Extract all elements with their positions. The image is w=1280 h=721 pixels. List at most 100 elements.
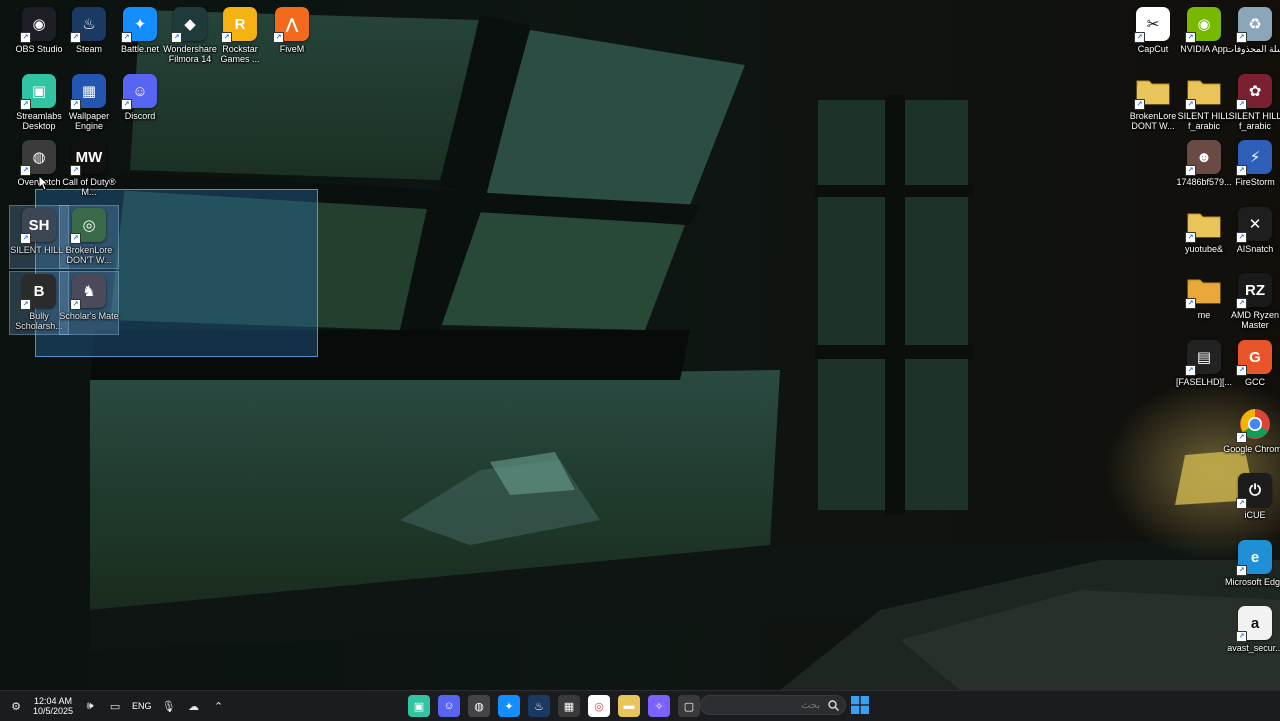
shortcut-arrow-icon: ↗ — [121, 32, 132, 43]
shortcut-arrow-icon: ↗ — [20, 233, 31, 244]
taskbar-app-overwatch[interactable]: ◍ — [468, 695, 490, 717]
chevron-up-icon[interactable]: ⌃ — [211, 698, 227, 714]
shortcut-arrow-icon: ↗ — [273, 32, 284, 43]
mouse-cursor-icon — [39, 176, 49, 190]
shortcut-arrow-icon: ↗ — [70, 233, 81, 244]
taskbar-app-file-explorer[interactable]: ▬ — [618, 695, 640, 717]
language-indicator[interactable]: ENG — [132, 701, 152, 711]
desktop-icon-label: Google Chrome — [1223, 444, 1280, 454]
desktop-icon-gcc[interactable]: G ↗ GCC — [1225, 338, 1280, 402]
desktop-icon-firestorm[interactable]: ⚡ ↗ FireStorm — [1225, 138, 1280, 202]
shortcut-arrow-icon: ↗ — [1185, 232, 1196, 243]
search-icon — [828, 699, 839, 711]
desktop-icon-rockstar-games[interactable]: R ↗ Rockstar Games ... — [210, 5, 270, 69]
taskbar: ⚙ 12:04 AM 10/5/2025 🕪 ▭ ENG 🎙 ☁ ⌃ ▣ ☺ ◍ ✦ ♨… — [0, 690, 1280, 721]
desktop-icon-label: avast_secur... — [1227, 643, 1280, 653]
shortcut-arrow-icon: ↗ — [70, 99, 81, 110]
obs-icon: ◉ ↗ — [20, 7, 56, 43]
gcc-icon-glyph: G — [1249, 348, 1261, 366]
desktop-icon-microsoft-edge[interactable]: e ↗ Microsoft Edge — [1225, 538, 1280, 602]
microphone-icon[interactable]: 🎙 — [161, 698, 177, 714]
desktop-icon-label: FireStorm — [1235, 177, 1275, 187]
shortcut-arrow-icon: ↗ — [70, 165, 81, 176]
streamlabs-icon-glyph: ▣ — [31, 83, 47, 100]
gcc-icon: G ↗ — [1236, 340, 1272, 376]
fivem-icon: ⋀ ↗ — [273, 7, 309, 43]
desktop-icon-scholars-mate[interactable]: ♞ ↗ Scholar's Mate — [59, 271, 119, 335]
settings-icon[interactable]: ⚙ — [8, 698, 24, 714]
desktop-icon-label: GCC — [1245, 377, 1265, 387]
scholars-mate-icon-glyph: ♞ — [82, 283, 96, 300]
desktop-icon-google-chrome[interactable]: ↗Google Chrome — [1223, 405, 1280, 469]
avast-icon-glyph: a — [1250, 614, 1260, 632]
obs-icon-glyph: ◉ — [32, 16, 46, 33]
call-of-duty-icon: MW ↗ — [70, 140, 106, 176]
amd-ryzen-icon-glyph: RZ — [1245, 281, 1265, 299]
taskbar-app-battle-net[interactable]: ✦ — [498, 695, 520, 717]
taskbar-app-task-view[interactable]: ▢ — [678, 695, 700, 717]
image-file-icon-glyph: ☻ — [1196, 148, 1212, 166]
fivem-icon-glyph: ⋀ — [285, 16, 299, 33]
taskbar-app-google-chrome[interactable]: ◎ — [588, 695, 610, 717]
desktop-icon-recycle-bin[interactable]: ♻ ↗ سلة المحذوفات — [1225, 5, 1280, 69]
desktop-icon-call-of-duty[interactable]: MW ↗ Call of Duty® M... — [59, 138, 119, 202]
edge-icon-glyph: e — [1250, 548, 1260, 566]
folder-icon: ▬ — [623, 700, 635, 712]
desktop-icon-label: Microsoft Edge — [1224, 577, 1280, 587]
taskbar-app-copilot[interactable]: ✧ — [648, 695, 670, 717]
taskbar-app-microsoft-store[interactable]: ▦ — [558, 695, 580, 717]
shortcut-arrow-icon: ↗ — [1185, 32, 1196, 43]
firestorm-icon: ⚡ ↗ — [1236, 140, 1272, 176]
shortcut-arrow-icon: ↗ — [1185, 298, 1196, 309]
firestorm-icon-glyph: ⚡ — [1249, 149, 1261, 166]
shortcut-arrow-icon: ↗ — [1236, 365, 1247, 376]
shortcut-arrow-icon: ↗ — [1185, 365, 1196, 376]
task-view-icon: ▢ — [683, 700, 695, 713]
aisnatch-icon-glyph: ✕ — [1248, 216, 1262, 233]
taskbar-app-discord[interactable]: ☺ — [438, 695, 460, 717]
call-of-duty-icon-glyph: MW — [75, 148, 103, 166]
store-icon: ▦ — [563, 700, 575, 713]
shortcut-arrow-icon: ↗ — [20, 99, 31, 110]
desktop-icon-label: BrokenLore DON'T W... — [65, 245, 113, 265]
folder-icon: ↗ — [1185, 74, 1221, 110]
shortcut-arrow-icon: ↗ — [1185, 99, 1196, 110]
shortcut-arrow-icon: ↗ — [171, 32, 182, 43]
desktop-icon-brokenlore[interactable]: ◎ ↗ BrokenLore DON'T W... — [59, 205, 119, 269]
taskbar-app-steam[interactable]: ♨ — [528, 695, 550, 717]
overwatch-icon-glyph: ◍ — [32, 149, 46, 166]
clock[interactable]: 12:04 AM 10/5/2025 — [33, 696, 73, 716]
search-input[interactable] — [708, 698, 822, 712]
overwatch-icon: ◍ ↗ — [20, 140, 56, 176]
desktop-icon-amd-ryzen-master[interactable]: RZ ↗ AMD Ryzen Master — [1225, 271, 1280, 335]
streamlabs-icon: ▣ ↗ — [20, 74, 56, 110]
icue-icon-glyph: ⏻ — [1249, 481, 1261, 499]
shortcut-arrow-icon: ↗ — [1236, 232, 1247, 243]
scholars-mate-icon: ♞ ↗ — [70, 274, 106, 310]
search-box[interactable] — [700, 695, 846, 715]
desktop-icon-fivem[interactable]: ⋀ ↗ FiveM — [262, 5, 322, 69]
desktop-icon-icue[interactable]: ⏻ ↗ iCUE — [1225, 471, 1280, 535]
icue-icon: ⏻ ↗ — [1236, 473, 1272, 509]
desktop-icon-label: سلة المحذوفات — [1225, 44, 1280, 54]
desktop-icon-aisnatch[interactable]: ✕ ↗ AISnatch — [1225, 205, 1280, 269]
video-file-icon-glyph: ▤ — [1196, 349, 1212, 366]
onedrive-icon[interactable]: ☁ — [186, 698, 202, 714]
shortcut-arrow-icon: ↗ — [1236, 432, 1247, 443]
shortcut-arrow-icon: ↗ — [20, 299, 31, 310]
display-icon[interactable]: ▭ — [107, 698, 123, 714]
discord-icon-glyph: ☺ — [132, 82, 148, 100]
overwatch-icon: ◍ — [474, 700, 484, 713]
volume-icon[interactable]: 🕪 — [82, 698, 98, 714]
shortcut-arrow-icon: ↗ — [70, 299, 81, 310]
desktop-icon-silent-hill-arabic[interactable]: ✿ ↗ SILENT HILL f_arabic — [1225, 72, 1280, 136]
desktop-icon-label: Discord — [124, 111, 156, 121]
desktop-icon-discord[interactable]: ☺ ↗ Discord — [110, 72, 170, 136]
start-button[interactable] — [851, 696, 869, 714]
shortcut-arrow-icon: ↗ — [1236, 565, 1247, 576]
amd-ryzen-icon: RZ ↗ — [1236, 273, 1272, 309]
taskbar-app-streamlabs[interactable]: ▣ — [408, 695, 430, 717]
silent-hill-app-icon: ✿ ↗ — [1236, 74, 1272, 110]
recycle-bin-icon: ♻ ↗ — [1236, 7, 1272, 43]
desktop-icon-avast[interactable]: a ↗ avast_secur... — [1225, 604, 1280, 668]
